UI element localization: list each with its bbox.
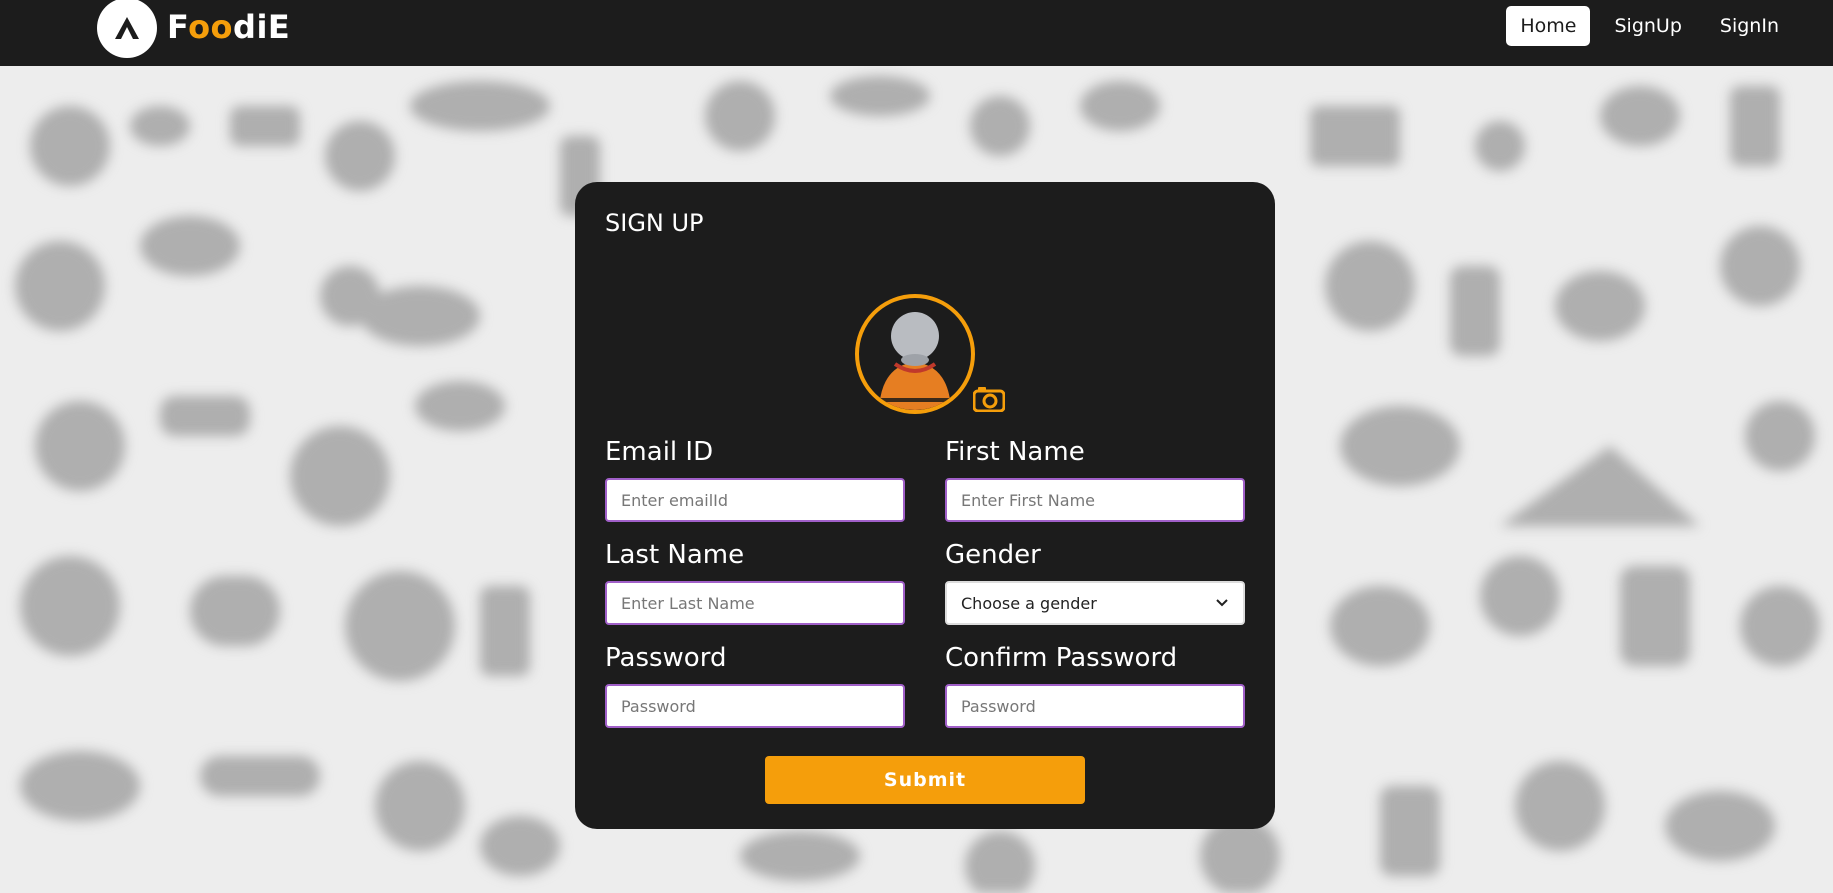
user-avatar-icon xyxy=(879,312,951,410)
signup-card: SIGN UP Email ID First Name Last Name G xyxy=(575,182,1275,829)
confirm-password-label: Confirm Password xyxy=(945,643,1178,673)
password-label: Password xyxy=(605,643,727,673)
last-name-field-group: Last Name xyxy=(605,539,905,625)
password-field-group: Password xyxy=(605,642,905,728)
first-name-input[interactable] xyxy=(945,478,1245,522)
submit-button[interactable]: Submit xyxy=(765,756,1085,804)
last-name-label: Last Name xyxy=(605,540,745,570)
avatar[interactable] xyxy=(855,294,975,414)
email-input[interactable] xyxy=(605,478,905,522)
brand-name[interactable]: FoodiE xyxy=(167,5,290,49)
confirm-password-input[interactable] xyxy=(945,684,1245,728)
nav-signin[interactable]: SignIn xyxy=(1706,6,1793,46)
nav-home[interactable]: Home xyxy=(1506,6,1591,46)
email-label: Email ID xyxy=(605,437,714,467)
gender-label: Gender xyxy=(945,540,1041,570)
brand-prefix: F xyxy=(167,8,189,46)
avatar-upload[interactable] xyxy=(855,294,1005,414)
navbar: FoodiE Home SignUp SignIn xyxy=(0,0,1833,66)
email-field-group: Email ID xyxy=(605,436,905,522)
gender-field-group: Gender Choose a gender xyxy=(945,539,1245,625)
brand-suffix: diE xyxy=(233,8,291,46)
triangle-logo-icon xyxy=(115,17,139,39)
last-name-input[interactable] xyxy=(605,581,905,625)
first-name-label: First Name xyxy=(945,437,1085,467)
nav-signup[interactable]: SignUp xyxy=(1600,6,1695,46)
gender-select[interactable]: Choose a gender xyxy=(945,581,1245,625)
brand-oo: oo xyxy=(188,8,234,46)
chevron-down-icon xyxy=(1216,599,1228,607)
confirm-password-field-group: Confirm Password xyxy=(945,642,1245,728)
password-input[interactable] xyxy=(605,684,905,728)
form-title: SIGN UP xyxy=(605,209,704,237)
nav-links: Home SignUp SignIn xyxy=(1506,6,1793,46)
logo[interactable] xyxy=(97,0,157,58)
gender-selected: Choose a gender xyxy=(961,593,1097,613)
camera-icon[interactable] xyxy=(973,386,1005,412)
first-name-field-group: First Name xyxy=(945,436,1245,522)
